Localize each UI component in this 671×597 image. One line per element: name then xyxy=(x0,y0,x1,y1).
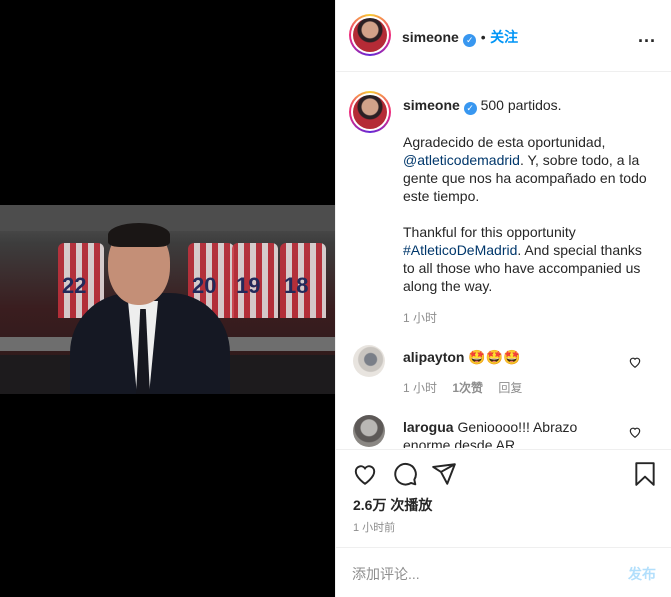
post-comment-button[interactable]: 发布 xyxy=(628,564,656,584)
comment-avatar[interactable] xyxy=(353,415,385,447)
heart-icon[interactable] xyxy=(628,425,642,439)
hashtag-link[interactable]: #AtleticoDeMadrid xyxy=(403,242,517,258)
separator-dot: • xyxy=(480,29,486,45)
caption-time: 1 小时 xyxy=(403,311,438,325)
comment-avatar[interactable] xyxy=(353,345,385,377)
jersey-number: 18 xyxy=(284,273,309,298)
caption-spanish: Agradecido de esta oportunidad, @atletico… xyxy=(403,133,653,205)
verified-icon: ✓ xyxy=(463,102,477,115)
comment-meta: 1 小时 1次赞 回复 xyxy=(403,379,522,396)
post-header: simeone ✓ • 关注 ... xyxy=(336,0,671,72)
avatar-image xyxy=(353,95,387,129)
comment-time: 1 小时 xyxy=(403,381,438,395)
reply-button[interactable]: 回复 xyxy=(498,381,522,395)
comment-row: alipayton 🤩🤩🤩 xyxy=(403,349,521,366)
comment-icon[interactable] xyxy=(392,461,418,487)
jersey-number: 20 xyxy=(192,273,217,298)
mention-link[interactable]: @atleticodemadrid xyxy=(403,152,520,168)
comment-username[interactable]: larogua xyxy=(403,419,454,435)
comments-list[interactable]: simeone ✓ 500 partidos. Agradecido de es… xyxy=(336,73,671,448)
jersey: 19 xyxy=(232,243,278,318)
video-player[interactable]: 22 20 19 18 xyxy=(0,205,335,394)
person-hair xyxy=(108,223,170,247)
post-panel: simeone ✓ • 关注 ... simeone ✓ 500 partido… xyxy=(335,0,671,597)
caption-text: Agradecido de esta oportunidad, xyxy=(403,134,606,150)
heart-icon[interactable] xyxy=(352,461,378,487)
caption-head: simeone ✓ 500 partidos. xyxy=(403,97,562,115)
avatar-image xyxy=(353,18,387,52)
comment-username[interactable]: alipayton xyxy=(403,349,464,365)
header-user-line: simeone ✓ • 关注 xyxy=(402,27,518,47)
jersey-number: 19 xyxy=(236,273,261,298)
caption-username[interactable]: simeone xyxy=(403,97,460,113)
caption-body: Agradecido de esta oportunidad, @atletico… xyxy=(403,133,653,313)
verified-icon: ✓ xyxy=(463,34,477,47)
avatar[interactable] xyxy=(349,14,391,56)
add-comment-bar: 添加评论... 发布 xyxy=(336,547,671,597)
more-icon[interactable]: ... xyxy=(638,26,656,47)
caption-avatar[interactable] xyxy=(349,91,391,133)
media-area: 22 20 19 18 xyxy=(0,0,335,597)
follow-button[interactable]: 关注 xyxy=(490,29,518,45)
jersey: 18 xyxy=(280,243,326,318)
caption-text: Thankful for this opportunity xyxy=(403,224,576,240)
bookmark-icon[interactable] xyxy=(632,461,658,487)
heart-icon[interactable] xyxy=(628,355,642,369)
share-icon[interactable] xyxy=(431,461,457,487)
comment-likes[interactable]: 1次赞 xyxy=(452,381,483,395)
view-count[interactable]: 2.6万 次播放 xyxy=(353,495,432,515)
comment-input[interactable]: 添加评论... xyxy=(352,564,420,584)
caption-english: Thankful for this opportunity #AtleticoDe… xyxy=(403,223,653,295)
caption-title: 500 partidos. xyxy=(480,97,562,113)
locker-wall xyxy=(0,205,335,231)
header-username[interactable]: simeone xyxy=(402,29,459,45)
comment-text: 🤩🤩🤩 xyxy=(468,349,521,365)
post-time: 1 小时前 xyxy=(353,522,396,534)
action-bar: 2.6万 次播放 1 小时前 添加评论... 发布 xyxy=(336,449,671,597)
comment-row: larogua Genioooo!!! Abrazo enorme desde … xyxy=(403,418,623,448)
jersey-number: 22 xyxy=(62,273,87,298)
